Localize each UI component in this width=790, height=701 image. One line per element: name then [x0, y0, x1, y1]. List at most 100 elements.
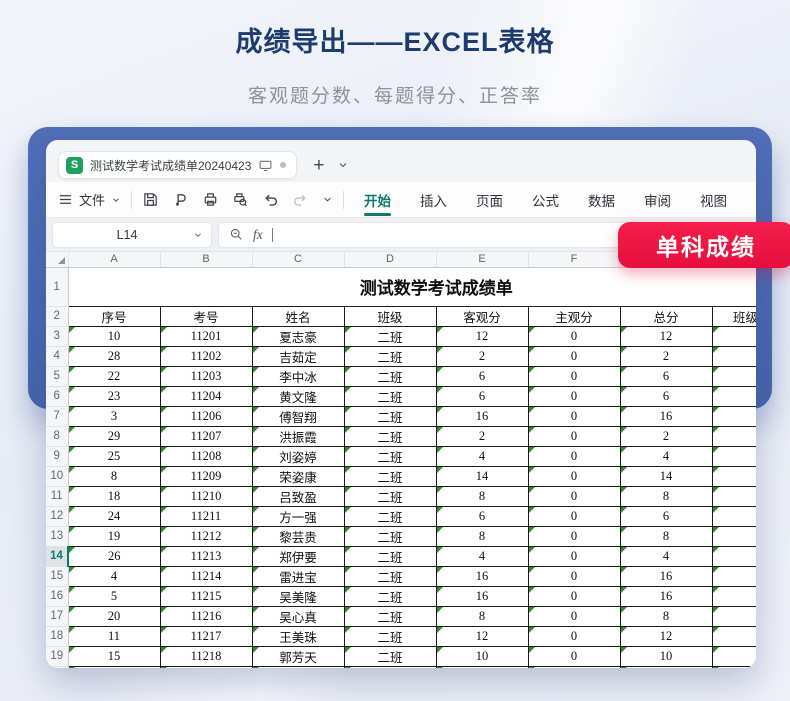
file-menu[interactable]: 文件 [58, 190, 121, 209]
cell[interactable]: 3 [68, 406, 160, 426]
cell[interactable]: 11209 [160, 466, 252, 486]
cell[interactable]: 傅智翔 [252, 406, 344, 426]
row-header[interactable]: 13 [46, 526, 68, 546]
cell[interactable]: 0 [528, 426, 620, 446]
row-header[interactable]: 9 [46, 446, 68, 466]
undo-icon[interactable] [262, 191, 279, 208]
cell[interactable]: 26 [68, 546, 160, 566]
row-header[interactable]: 12 [46, 506, 68, 526]
cell[interactable]: 夏志豪 [252, 326, 344, 346]
ribbon-tab[interactable]: 审阅 [644, 182, 671, 218]
ribbon-tab[interactable]: 数据 [588, 182, 615, 218]
header-cell[interactable]: 序号 [68, 306, 160, 326]
cell[interactable]: 11204 [160, 386, 252, 406]
row-header[interactable]: 1 [46, 267, 68, 306]
row-header[interactable]: 8 [46, 426, 68, 446]
cell[interactable]: 11201 [160, 326, 252, 346]
cell[interactable]: 4 [620, 546, 712, 566]
cell[interactable]: 14 [620, 466, 712, 486]
cell[interactable]: 15 [68, 646, 160, 666]
row-header[interactable]: 20 [46, 666, 68, 668]
cell[interactable]: 5 [68, 586, 160, 606]
cell[interactable]: 雷进宝 [252, 566, 344, 586]
zoom-magnifier-icon[interactable] [229, 227, 244, 242]
tab-list-chevron-icon[interactable] [337, 159, 349, 171]
cell[interactable]: 8 [620, 526, 712, 546]
cell[interactable]: 8 [436, 486, 528, 506]
cell[interactable]: 吕致盈 [252, 486, 344, 506]
cell[interactable]: 二班 [344, 426, 436, 446]
cell[interactable] [712, 546, 756, 566]
cell[interactable]: 0 [528, 406, 620, 426]
cell[interactable]: 郭芳天 [252, 646, 344, 666]
print-preview-icon[interactable] [232, 191, 249, 208]
cell[interactable] [712, 626, 756, 646]
cell[interactable] [712, 666, 756, 668]
cell[interactable]: 6 [436, 366, 528, 386]
cell[interactable]: 8 [620, 486, 712, 506]
cell[interactable]: 19 [68, 526, 160, 546]
cell[interactable]: 11213 [160, 546, 252, 566]
row-header[interactable]: 18 [46, 626, 68, 646]
cell[interactable]: 4 [436, 446, 528, 466]
cell[interactable]: 郑伊要 [252, 546, 344, 566]
cell[interactable]: 0 [528, 346, 620, 366]
cell[interactable]: 8 [68, 466, 160, 486]
cell[interactable]: 0 [528, 366, 620, 386]
cell[interactable]: 二班 [344, 666, 436, 668]
cell[interactable]: 22 [68, 366, 160, 386]
row-header[interactable]: 17 [46, 606, 68, 626]
cell[interactable]: 11207 [160, 426, 252, 446]
cell[interactable]: 刘姿婷 [252, 446, 344, 466]
cell[interactable]: 二班 [344, 486, 436, 506]
cell[interactable]: 1 [68, 666, 160, 668]
row-header[interactable]: 3 [46, 326, 68, 346]
select-all-button[interactable] [46, 252, 68, 267]
cell[interactable]: 二班 [344, 346, 436, 366]
cell[interactable]: 0 [528, 466, 620, 486]
cell[interactable]: 11218 [160, 646, 252, 666]
column-header[interactable]: E [436, 252, 528, 267]
cell[interactable]: 11208 [160, 446, 252, 466]
row-header[interactable]: 16 [46, 586, 68, 606]
cell[interactable]: 16 [620, 566, 712, 586]
column-header[interactable]: A [68, 252, 160, 267]
cell[interactable]: 二班 [344, 586, 436, 606]
row-header[interactable]: 15 [46, 566, 68, 586]
cell[interactable]: 0 [528, 606, 620, 626]
cell[interactable] [712, 406, 756, 426]
cell[interactable]: 16 [436, 586, 528, 606]
cell[interactable]: 0 [528, 646, 620, 666]
cell[interactable]: 16 [620, 406, 712, 426]
row-header[interactable]: 14 [46, 546, 68, 566]
cell[interactable]: 二班 [344, 326, 436, 346]
cell[interactable]: 2 [436, 426, 528, 446]
cell[interactable]: 8 [620, 606, 712, 626]
column-header[interactable]: D [344, 252, 436, 267]
cell[interactable]: 0 [528, 526, 620, 546]
header-cell[interactable]: 总分 [620, 306, 712, 326]
cell[interactable]: 4 [68, 566, 160, 586]
row-header[interactable]: 10 [46, 466, 68, 486]
cell[interactable]: 16 [436, 406, 528, 426]
cell[interactable] [712, 486, 756, 506]
cell[interactable]: 0 [528, 546, 620, 566]
cell[interactable]: 吉茹定 [252, 346, 344, 366]
cell[interactable]: 荣姿康 [252, 466, 344, 486]
cell[interactable] [712, 606, 756, 626]
cell[interactable]: 20 [68, 606, 160, 626]
print-icon[interactable] [202, 191, 219, 208]
cell[interactable]: 2 [620, 346, 712, 366]
header-cell[interactable]: 主观分 [528, 306, 620, 326]
cell[interactable]: 0 [528, 506, 620, 526]
cell[interactable] [712, 586, 756, 606]
cell[interactable]: 二班 [344, 566, 436, 586]
cell[interactable] [712, 526, 756, 546]
column-header[interactable]: B [160, 252, 252, 267]
cell[interactable]: 10 [436, 646, 528, 666]
cell[interactable] [712, 386, 756, 406]
row-header[interactable]: 19 [46, 646, 68, 666]
cell[interactable] [712, 446, 756, 466]
cell[interactable]: 二班 [344, 366, 436, 386]
cell[interactable]: 18 [68, 486, 160, 506]
